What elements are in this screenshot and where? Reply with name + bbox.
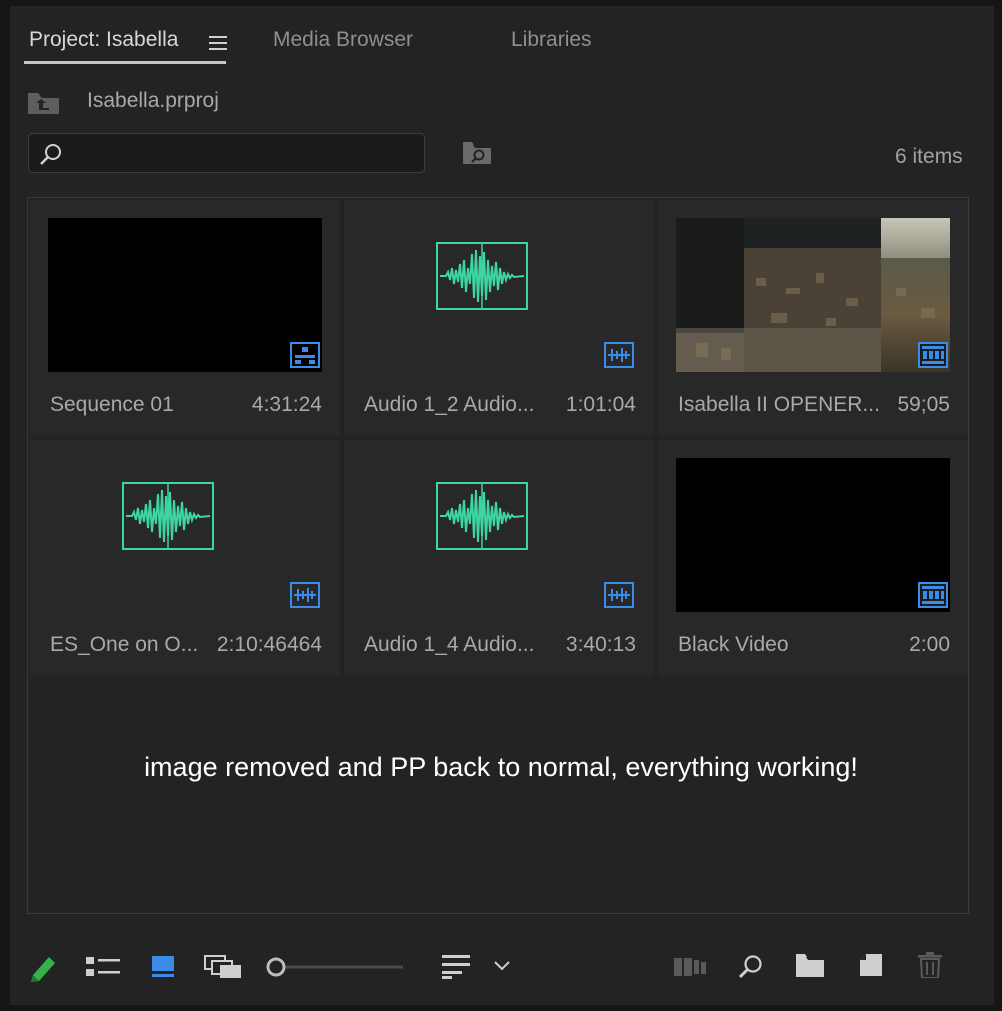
project-item-audio-1-2[interactable]: Audio 1_2 Audio... 1:01:04: [344, 200, 654, 436]
audio-badge-icon: [604, 342, 634, 368]
item-duration: 3:40:13: [565, 633, 636, 656]
item-name: Black Video: [678, 633, 789, 656]
list-view-icon[interactable]: [86, 956, 120, 978]
tab-libraries[interactable]: Libraries: [511, 28, 592, 52]
item-thumbnail: [48, 218, 322, 372]
tab-media-browser[interactable]: Media Browser: [273, 28, 413, 52]
video-badge-icon: [918, 582, 948, 608]
zoom-slider[interactable]: [266, 956, 406, 978]
find-bin-icon[interactable]: [462, 141, 492, 165]
tab-project[interactable]: Project: Isabella: [29, 28, 178, 52]
item-count: 6 items: [895, 145, 963, 168]
item-name: Isabella II OPENER...: [678, 393, 880, 416]
audio-badge-icon: [604, 582, 634, 608]
search-icon: [40, 144, 61, 165]
sort-icon[interactable]: [442, 955, 472, 979]
video-badge-icon: [918, 342, 948, 368]
active-tab-indicator: [24, 61, 226, 64]
zoom-slider-handle: [266, 957, 286, 977]
project-item-isabella-opener[interactable]: Isabella II OPENER... 59;05: [658, 200, 968, 436]
audio-waveform-icon: [436, 482, 528, 550]
audio-waveform-icon: [122, 482, 214, 550]
project-file-name: Isabella.prproj: [87, 89, 219, 112]
item-name: ES_One on O...: [50, 633, 199, 656]
item-duration: 4:31:24: [251, 393, 322, 416]
project-item-black-video[interactable]: Black Video 2:00: [658, 440, 968, 676]
item-duration: 2:00: [909, 633, 950, 656]
icon-view-icon[interactable]: [152, 956, 174, 978]
audio-badge-icon: [290, 582, 320, 608]
item-duration: 2:10:46464: [216, 633, 322, 656]
freeform-view-icon[interactable]: [204, 955, 242, 979]
sort-dropdown-icon[interactable]: [493, 960, 511, 972]
project-item-audio-1-4[interactable]: Audio 1_4 Audio... 3:40:13: [344, 440, 654, 676]
find-icon[interactable]: [738, 954, 764, 980]
search-field[interactable]: [28, 133, 425, 173]
new-bin-icon[interactable]: [796, 954, 824, 977]
item-duration: 59;05: [897, 393, 950, 416]
automate-to-sequence-icon[interactable]: [674, 958, 706, 976]
project-item-sequence-01[interactable]: Sequence 01 4:31:24: [30, 200, 340, 436]
new-item-icon[interactable]: [860, 954, 882, 976]
trash-icon[interactable]: [918, 952, 942, 978]
item-name: Audio 1_4 Audio...: [364, 633, 535, 656]
item-duration: 1:01:04: [565, 393, 636, 416]
search-input[interactable]: [69, 140, 413, 168]
overlay-message: image removed and PP back to normal, eve…: [144, 752, 858, 782]
item-name: Sequence 01: [50, 393, 174, 416]
panel-menu-icon[interactable]: [209, 35, 227, 51]
pencil-icon[interactable]: [28, 951, 58, 983]
video-thumbnail: [676, 218, 950, 372]
project-item-es-one-on-o[interactable]: ES_One on O... 2:10:46464: [30, 440, 340, 676]
parent-bin-icon[interactable]: [27, 91, 60, 115]
item-thumbnail: [676, 458, 950, 612]
item-name: Audio 1_2 Audio...: [364, 393, 535, 416]
audio-waveform-icon: [436, 242, 528, 310]
sequence-badge-icon: [290, 342, 320, 368]
